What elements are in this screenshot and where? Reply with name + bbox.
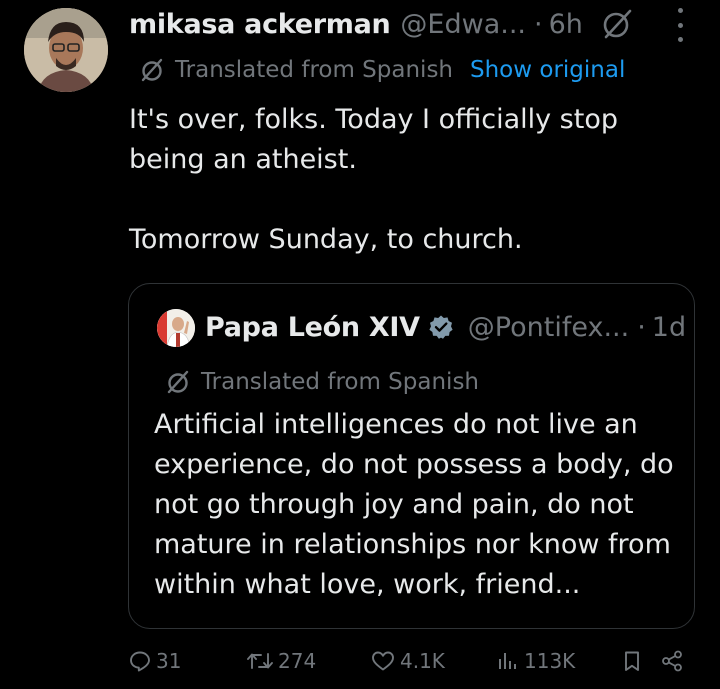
more-icon[interactable]: [668, 8, 692, 42]
verified-badge-icon[interactable]: [428, 314, 454, 340]
quoted-time-separator: ·: [637, 311, 646, 343]
show-original-link[interactable]: Show original: [470, 57, 625, 83]
author-avatar[interactable]: [24, 8, 108, 92]
quoted-display-name[interactable]: Papa León XIV: [205, 312, 420, 343]
reply-button[interactable]: 31: [128, 645, 181, 677]
views-button[interactable]: 113K: [496, 645, 575, 677]
translate-icon: [165, 369, 191, 395]
bookmark-icon: [625, 651, 639, 671]
tweet[interactable]: mikasa ackerman @Edwa... · 6h Translated…: [0, 0, 720, 689]
tweet-text: It's over, folks. Today I officially sto…: [129, 104, 618, 255]
quoted-translation-notice: Translated from Spanish: [165, 364, 479, 400]
action-bar: 31 274 4.1K 113K: [128, 645, 688, 677]
quoted-handle[interactable]: @Pontifex...: [468, 312, 629, 343]
repost-button[interactable]: 274: [246, 645, 316, 677]
views-icon: [499, 653, 516, 669]
time-separator: ·: [534, 8, 543, 40]
repost-icon: [247, 653, 273, 669]
share-button[interactable]: [660, 645, 688, 677]
reply-icon: [130, 651, 150, 672]
translation-notice: Translated from Spanish Show original: [139, 52, 625, 88]
quoted-time[interactable]: 1d: [652, 312, 686, 343]
translate-icon: [139, 57, 165, 83]
author-display-name[interactable]: mikasa ackerman: [129, 9, 391, 40]
like-count: 4.1K: [400, 649, 445, 673]
quoted-translated-label: Translated from Spanish: [201, 369, 479, 395]
views-count: 113K: [524, 649, 576, 673]
translated-label: Translated from Spanish: [175, 57, 453, 83]
tweet-time[interactable]: 6h: [549, 9, 583, 40]
quoted-author-avatar[interactable]: [157, 309, 195, 347]
author-handle[interactable]: @Edwa...: [400, 9, 526, 40]
repost-count: 274: [278, 649, 317, 673]
bookmark-button[interactable]: [620, 645, 648, 677]
tweet-header: mikasa ackerman @Edwa... · 6h: [129, 4, 633, 44]
like-icon: [372, 651, 394, 671]
reply-count: 31: [156, 649, 182, 673]
grok-icon[interactable]: [601, 8, 633, 40]
quoted-header: Papa León XIV @Pontifex... · 1d: [205, 306, 686, 348]
quoted-text: Artificial intelligences do not live an …: [154, 409, 674, 600]
quoted-tweet[interactable]: Papa León XIV @Pontifex... · 1d Translat…: [128, 283, 695, 629]
like-button[interactable]: 4.1K: [370, 645, 445, 677]
share-icon: [662, 650, 682, 672]
